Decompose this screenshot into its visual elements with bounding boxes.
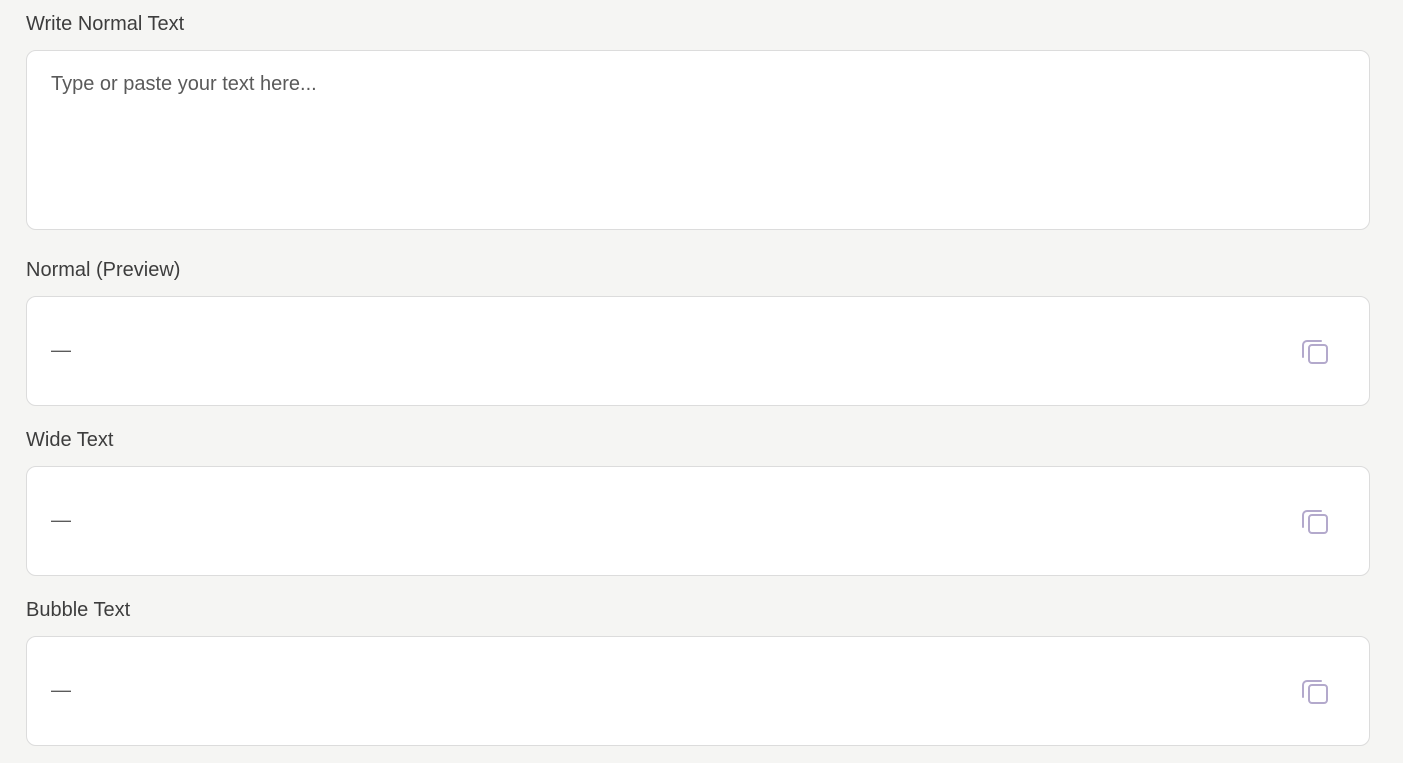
output-label-wide: Wide Text <box>26 429 114 451</box>
output-section-wide: Wide Text — <box>26 428 1370 576</box>
copy-button-wide[interactable] <box>1299 505 1331 537</box>
output-box-bubble: — <box>26 636 1370 746</box>
copy-icon <box>1302 340 1328 364</box>
output-label-bubble: Bubble Text <box>26 599 131 621</box>
text-input[interactable] <box>26 50 1370 230</box>
text-converter-page: Write Normal Text Normal (Preview) — Wid… <box>0 0 1403 763</box>
output-box-wide: — <box>26 466 1370 576</box>
output-value-bubble: — <box>51 679 71 702</box>
output-box-normal: — <box>26 296 1370 406</box>
input-section: Write Normal Text <box>26 12 1370 230</box>
copy-button-normal[interactable] <box>1299 335 1331 367</box>
output-value-normal: — <box>51 339 71 362</box>
copy-icon <box>1302 680 1328 704</box>
output-section-bubble: Bubble Text — <box>26 598 1370 746</box>
input-label: Write Normal Text <box>26 13 185 35</box>
copy-button-bubble[interactable] <box>1299 675 1331 707</box>
output-value-wide: — <box>51 509 71 532</box>
copy-icon <box>1302 510 1328 534</box>
output-section-normal: Normal (Preview) — <box>26 258 1370 406</box>
output-label-normal: Normal (Preview) <box>26 259 181 281</box>
